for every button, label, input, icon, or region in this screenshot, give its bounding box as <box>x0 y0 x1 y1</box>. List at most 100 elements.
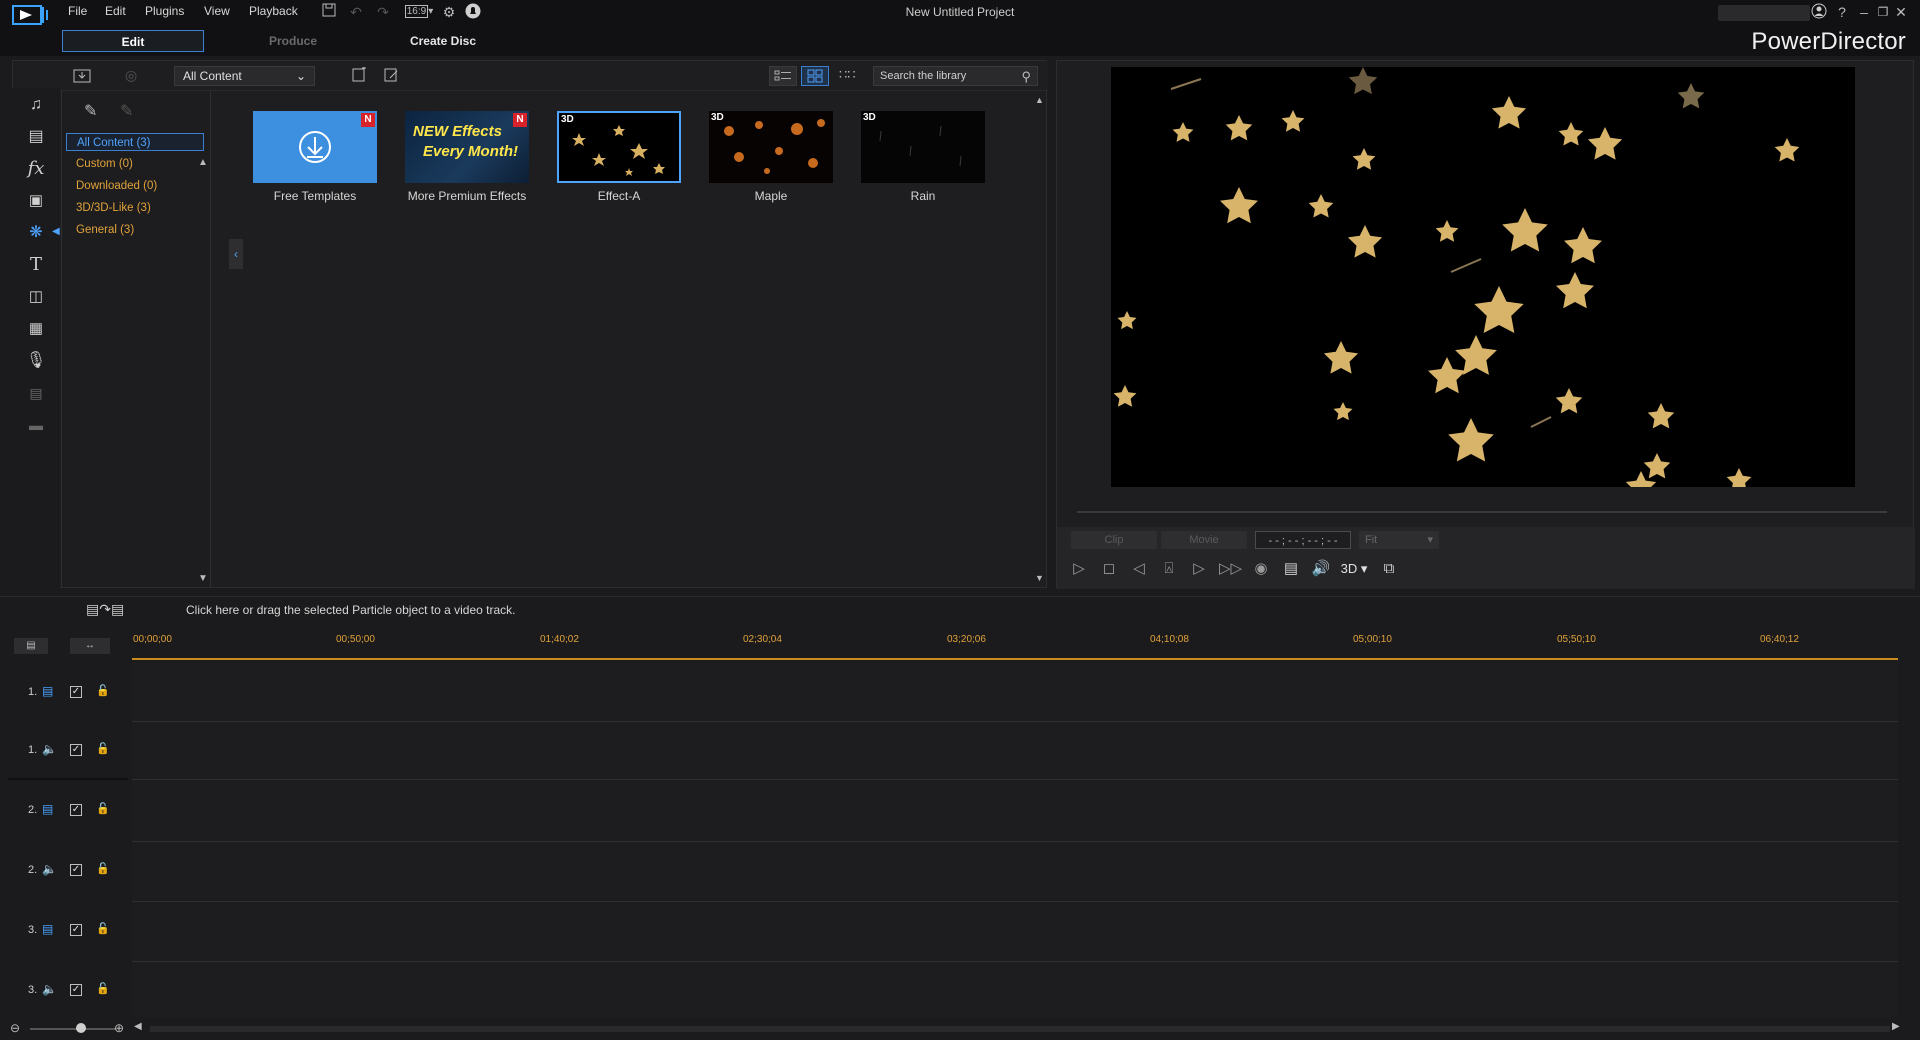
scroll-down-arrow-icon[interactable]: ▼ <box>1035 573 1044 583</box>
track-enable-checkbox[interactable]: ✓ <box>70 686 82 698</box>
pip-room-icon[interactable]: ▣ <box>22 188 50 214</box>
thumb-free-templates[interactable]: N <box>253 111 377 183</box>
import-media-icon[interactable] <box>73 67 93 85</box>
lock-icon[interactable]: 🔓 <box>96 862 110 875</box>
audio-mixing-room-icon[interactable]: ▦ <box>22 316 50 342</box>
zoom-slider[interactable] <box>30 1028 116 1030</box>
content-filter-dropdown[interactable]: All Content ⌄ <box>174 66 315 86</box>
lock-icon[interactable]: 🔓 <box>96 684 110 697</box>
category-general[interactable]: General (3) <box>66 221 204 239</box>
track-lane-audio-3[interactable] <box>132 962 1898 1020</box>
fast-forward-icon[interactable]: ▷▷ <box>1219 559 1242 579</box>
track-enable-checkbox[interactable]: ✓ <box>70 984 82 996</box>
thumb-rain[interactable]: 3D <box>861 111 985 183</box>
previous-frame-icon[interactable]: ◁ <box>1129 559 1149 579</box>
grid-size-icon[interactable]: ∷∷ <box>839 67 857 85</box>
snapshot-camera-icon[interactable]: ◉ <box>1251 559 1271 579</box>
track-enable-checkbox[interactable]: ✓ <box>70 804 82 816</box>
track-enable-checkbox[interactable]: ✓ <box>70 864 82 876</box>
lock-icon[interactable]: 🔓 <box>96 982 110 995</box>
remove-tag-icon[interactable]: ✎ <box>120 101 133 121</box>
settings-gear-icon[interactable]: ⚙ <box>440 3 458 21</box>
thumb-effect-a[interactable]: 3D <box>557 111 681 183</box>
library-scrollbar[interactable]: ▲ ▼ <box>1033 91 1045 587</box>
voice-over-icon[interactable]: 🎙 <box>22 348 50 374</box>
lock-icon[interactable]: 🔓 <box>96 802 110 815</box>
help-icon[interactable]: ? <box>1833 3 1851 21</box>
stop-icon[interactable]: ◻ <box>1099 559 1119 579</box>
category-custom[interactable]: Custom (0) <box>66 155 204 173</box>
zoom-out-icon[interactable]: ⊖ <box>10 1021 20 1035</box>
title-room-icon[interactable]: T <box>22 252 50 278</box>
template-room-icon[interactable]: ▤ <box>22 124 50 150</box>
save-icon[interactable] <box>320 3 338 21</box>
new-particle-icon[interactable] <box>351 66 369 85</box>
timecode-field[interactable]: - - ; - - ; - - ; - - <box>1255 531 1351 549</box>
library-search-input[interactable]: Search the library ⚲ <box>873 66 1038 86</box>
thumb-maple[interactable]: 3D <box>709 111 833 183</box>
tab-create-disc[interactable]: Create Disc <box>372 30 514 52</box>
category-all-content[interactable]: All Content (3) <box>66 133 204 151</box>
edit-particle-icon[interactable] <box>383 67 401 85</box>
clip-mode-button[interactable]: Clip <box>1071 531 1157 549</box>
zoom-in-icon[interactable]: ⊕ <box>114 1021 124 1035</box>
track-lane-audio-2[interactable] <box>132 842 1898 902</box>
tab-edit[interactable]: Edit <box>62 30 204 52</box>
minimize-icon[interactable]: – <box>1855 3 1873 21</box>
category-downloaded[interactable]: Downloaded (0) <box>66 177 204 195</box>
track-enable-checkbox[interactable]: ✓ <box>70 744 82 756</box>
close-icon[interactable]: ✕ <box>1892 3 1910 21</box>
track-manager-icon[interactable]: ▤ <box>14 638 48 654</box>
collapse-panel-icon[interactable]: ‹ <box>229 239 243 269</box>
undo-icon[interactable]: ↶ <box>347 3 365 21</box>
aspect-ratio-dropdown[interactable]: 16:9 ▾ <box>402 3 436 21</box>
movie-mode-button[interactable]: Movie <box>1161 531 1247 549</box>
chapter-room-icon[interactable]: ▤ <box>22 380 50 406</box>
redo-icon[interactable]: ↷ <box>374 3 392 21</box>
timeline-ruler[interactable]: ▤ ↔ 00;00;00 00;50;00 01;40;02 02;30;04 … <box>0 632 1920 662</box>
volume-icon[interactable]: 🔊 <box>1311 559 1331 579</box>
preview-seek-bar[interactable] <box>1077 511 1887 513</box>
menu-playback[interactable]: Playback <box>249 4 298 18</box>
menu-plugins[interactable]: Plugins <box>145 4 184 18</box>
track-lane-video-1[interactable] <box>132 662 1898 722</box>
track-lane-video-3[interactable] <box>132 902 1898 962</box>
undock-preview-icon[interactable]: ⧉ <box>1379 559 1399 579</box>
particle-room-icon[interactable]: ❋ <box>22 220 50 246</box>
category-3d-like[interactable]: 3D/3D-Like (3) <box>66 199 204 217</box>
thumbnail-view-icon[interactable] <box>801 66 829 86</box>
3d-mode-button[interactable]: 3D ▾ <box>1339 559 1369 579</box>
subtitle-room-icon[interactable]: ▬ <box>22 412 50 438</box>
fx-room-icon[interactable]: fx <box>22 156 50 182</box>
details-view-icon[interactable] <box>769 66 797 86</box>
search-icon[interactable]: ⚲ <box>1021 68 1031 86</box>
fit-timeline-icon[interactable]: ↔ <box>70 638 110 654</box>
add-tag-icon[interactable]: ✎ <box>84 101 97 121</box>
media-room-icon[interactable]: ♫ <box>22 92 50 118</box>
subtitle-icon[interactable]: ▤ <box>1281 559 1301 579</box>
scroll-down-arrow-icon[interactable]: ▼ <box>198 573 208 584</box>
transition-room-icon[interactable]: ◫ <box>22 284 50 310</box>
zoom-fit-dropdown[interactable]: Fit ▾ <box>1359 531 1439 549</box>
lock-icon[interactable]: 🔓 <box>96 742 110 755</box>
preview-screen[interactable] <box>1111 67 1855 487</box>
zoom-slider-handle[interactable] <box>76 1023 86 1033</box>
notification-bell-icon[interactable] <box>464 3 482 21</box>
track-lane-audio-1[interactable] <box>132 722 1898 780</box>
tab-produce[interactable]: Produce <box>222 30 364 52</box>
scroll-left-arrow-icon[interactable]: ◀ <box>134 1021 142 1032</box>
download-content-icon[interactable]: ◎ <box>125 67 143 85</box>
lock-icon[interactable]: 🔓 <box>96 922 110 935</box>
track-lane-video-2[interactable] <box>132 780 1898 842</box>
scroll-up-arrow-icon[interactable]: ▲ <box>1035 95 1044 105</box>
scroll-up-arrow-icon[interactable]: ▲ <box>198 157 208 168</box>
split-icon[interactable]: ⍓ <box>1159 559 1179 579</box>
account-icon[interactable] <box>1810 3 1828 21</box>
menu-file[interactable]: File <box>68 4 87 18</box>
scroll-right-arrow-icon[interactable]: ▶ <box>1892 1021 1900 1032</box>
thumb-more-premium-effects[interactable]: NEW Effects Every Month! N <box>405 111 529 183</box>
play-icon[interactable]: ▷ <box>1069 559 1089 579</box>
timeline-hint[interactable]: Click here or drag the selected Particle… <box>186 603 516 617</box>
timeline-horizontal-scrollbar[interactable] <box>150 1026 1890 1032</box>
track-enable-checkbox[interactable]: ✓ <box>70 924 82 936</box>
